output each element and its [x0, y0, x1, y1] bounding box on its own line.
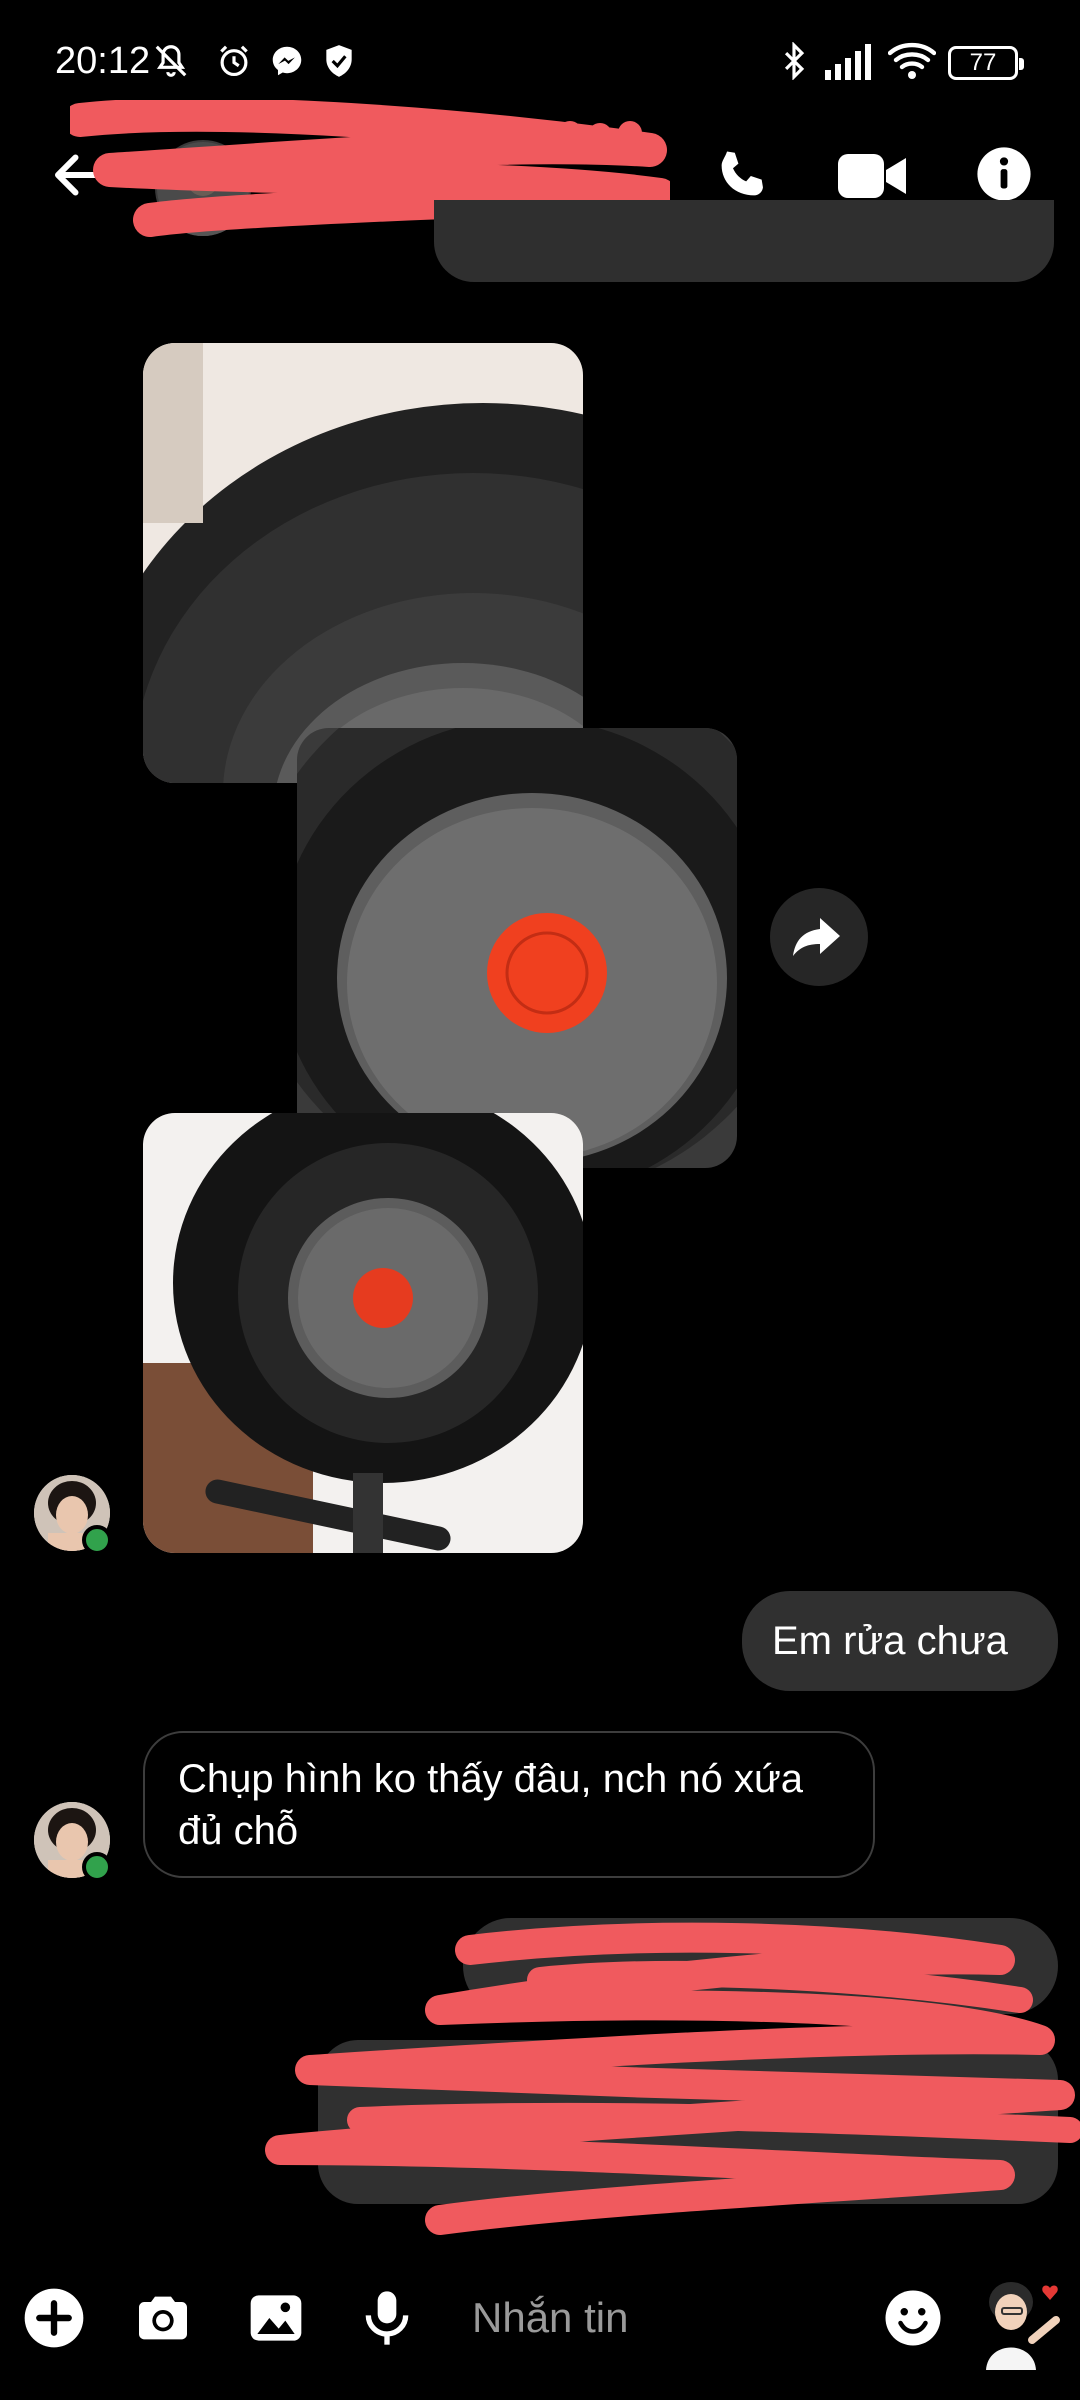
plus-icon[interactable] [22, 2286, 86, 2350]
mute-bell-icon [155, 45, 187, 77]
wifi-icon [888, 42, 936, 79]
incoming-message[interactable]: Chụp hình ko thấy đâu, nch nó xứa đủ chỗ [143, 1731, 875, 1878]
info-icon[interactable] [975, 145, 1033, 203]
emoji-icon[interactable] [883, 2288, 943, 2348]
alarm-icon [220, 45, 248, 77]
microphone-icon[interactable] [355, 2286, 419, 2350]
forward-button[interactable] [770, 888, 868, 986]
battery-icon: 77 [948, 46, 1024, 80]
forward-arrow-icon [793, 918, 840, 956]
outgoing-message[interactable]: Em rửa chưa [742, 1591, 1058, 1691]
online-indicator [82, 1852, 112, 1882]
bluetooth-icon [784, 42, 805, 80]
sticker-avatar-icon[interactable] [966, 2270, 1066, 2370]
pan-photo-2[interactable] [297, 728, 737, 1168]
message-input[interactable] [440, 2276, 924, 2360]
phone-icon[interactable] [710, 145, 772, 207]
camera-icon[interactable] [131, 2286, 195, 2350]
outgoing-message-redacted[interactable] [463, 1918, 1058, 2014]
status-time: 20:12 [55, 40, 151, 82]
pan-photo-1[interactable] [143, 343, 583, 783]
shield-icon [326, 45, 352, 77]
online-indicator [82, 1525, 112, 1555]
contact-avatar[interactable] [155, 140, 251, 236]
video-camera-icon[interactable] [838, 148, 906, 204]
messenger-icon [272, 46, 302, 76]
image-icon[interactable] [244, 2286, 308, 2350]
outgoing-message-redacted[interactable]: nào [318, 2040, 1058, 2204]
back-arrow-icon[interactable] [48, 145, 108, 205]
signal-icon [825, 44, 871, 80]
pan-photo-3[interactable] [143, 1113, 583, 1553]
previous-message-bubble[interactable] [434, 200, 1054, 282]
